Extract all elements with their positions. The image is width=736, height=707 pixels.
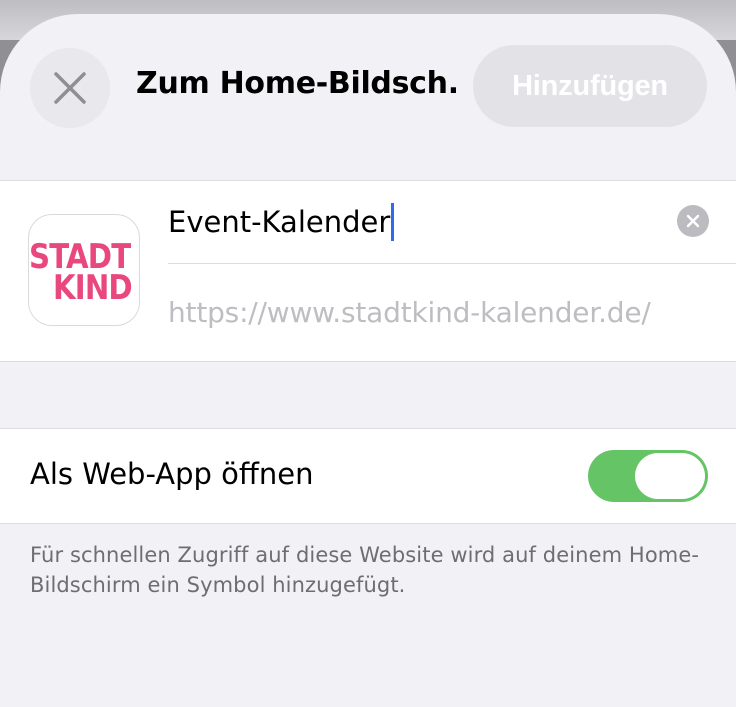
web-app-row: Als Web-App öffnen <box>0 428 736 524</box>
toggle-knob <box>635 453 705 499</box>
bookmark-form: STADT KIND Event-Kalender https://www.st… <box>0 180 736 362</box>
field-divider <box>168 263 736 264</box>
footnote-text: Für schnellen Zugriff auf diese Website … <box>30 543 700 597</box>
url-field: https://www.stadtkind-kalender.de/ <box>168 296 651 329</box>
text-caret <box>391 203 395 241</box>
web-app-label: Als Web-App öffnen <box>30 457 314 491</box>
sheet-title: Zum Home-Bildsch... <box>136 66 456 101</box>
close-icon <box>53 71 87 105</box>
close-button[interactable] <box>30 48 110 128</box>
web-app-toggle[interactable] <box>588 450 708 502</box>
logo-text-kind: KIND <box>53 268 133 308</box>
name-input[interactable]: Event-Kalender <box>168 199 668 245</box>
name-input-value: Event-Kalender <box>168 205 391 239</box>
clear-name-button[interactable] <box>677 205 709 237</box>
clear-icon <box>686 214 700 228</box>
add-to-home-sheet: Zum Home-Bildsch... Hinzufügen STADT KIN… <box>0 14 736 707</box>
app-icon: STADT KIND <box>28 214 140 326</box>
add-button[interactable]: Hinzufügen <box>473 45 707 127</box>
